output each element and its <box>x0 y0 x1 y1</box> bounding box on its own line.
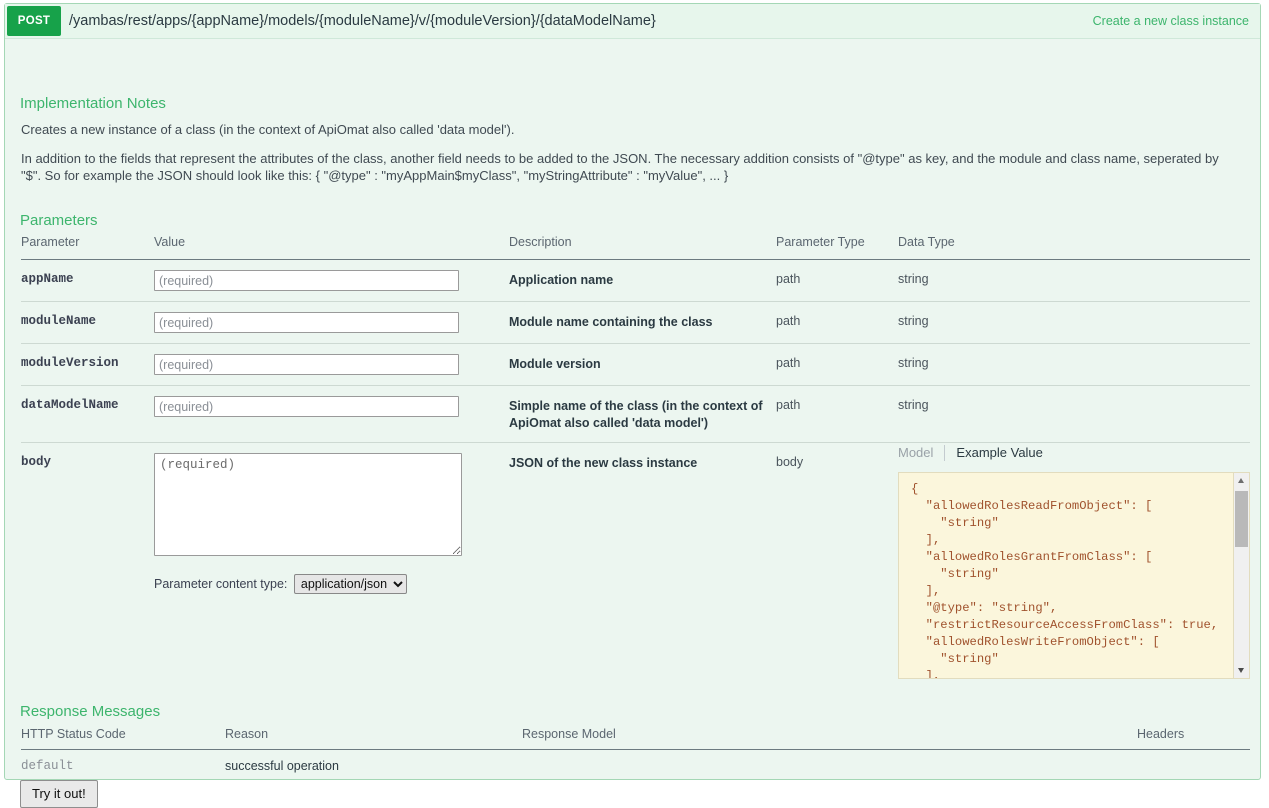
parameter-name-moduleversion: moduleVersion <box>21 343 154 386</box>
response-headers <box>1137 750 1250 780</box>
example-value-scrollbar[interactable] <box>1233 473 1249 678</box>
operation-header[interactable]: POST /yambas/rest/apps/{appName}/models/… <box>5 4 1260 39</box>
parameter-type-moduleversion: path <box>776 343 898 386</box>
implementation-notes-paragraph-2: In addition to the fields that represent… <box>21 151 1219 183</box>
tab-model[interactable]: Model <box>898 445 944 461</box>
implementation-notes-paragraph-1: Creates a new instance of a class (in th… <box>21 122 515 137</box>
column-header-description: Description <box>509 235 776 260</box>
table-row: moduleVersion Module version path string <box>21 343 1250 386</box>
api-operation-post: POST /yambas/rest/apps/{appName}/models/… <box>4 3 1261 808</box>
parameter-description-datamodelname: Simple name of the class (in the context… <box>509 385 776 443</box>
column-header-parameter: Parameter <box>21 235 154 260</box>
parameter-type-appname: path <box>776 259 898 302</box>
operation-summary[interactable]: Create a new class instance <box>1093 4 1249 38</box>
tab-example-value[interactable]: Example Value <box>944 445 1053 461</box>
column-header-reason: Reason <box>225 727 522 750</box>
parameters-table-header-row: Parameter Value Description Parameter Ty… <box>21 235 1250 260</box>
parameter-name-appname: appName <box>21 259 154 302</box>
response-messages-table: HTTP Status Code Reason Response Model H… <box>21 727 1250 779</box>
moduleversion-input[interactable] <box>154 354 459 375</box>
parameter-name-modulename: moduleName <box>21 301 154 344</box>
response-table-header-row: HTTP Status Code Reason Response Model H… <box>21 727 1250 750</box>
response-reason: successful operation <box>225 759 339 773</box>
parameter-datatype-modulename: string <box>898 301 1250 344</box>
column-header-http-status-code: HTTP Status Code <box>21 727 225 750</box>
try-it-out-button[interactable]: Try it out! <box>20 780 98 808</box>
content-type-label: Parameter content type: <box>154 577 288 591</box>
parameter-description-moduleversion: Module version <box>509 343 776 386</box>
parameter-type-modulename: path <box>776 301 898 344</box>
parameter-type-datamodelname: path <box>776 385 898 443</box>
parameter-description-body: JSON of the new class instance <box>509 456 698 470</box>
table-row: appName Application name path string <box>21 259 1250 302</box>
content-type-select[interactable]: application/json <box>293 574 407 594</box>
appname-input[interactable] <box>154 270 459 291</box>
column-header-headers: Headers <box>1137 727 1250 750</box>
parameter-datatype-datamodelname: string <box>898 385 1250 443</box>
parameter-type-body: body <box>776 455 804 469</box>
parameter-description-appname: Application name <box>509 259 776 302</box>
body-textarea[interactable] <box>154 453 462 556</box>
implementation-notes-title: Implementation Notes <box>20 95 166 112</box>
parameter-description-modulename: Module name containing the class <box>509 301 776 344</box>
parameter-datatype-moduleversion: string <box>898 343 1250 386</box>
parameter-name-body: body <box>21 455 52 469</box>
parameter-value-cell-modulename <box>154 301 509 344</box>
example-value-json: { "allowedRolesReadFromObject": [ "strin… <box>911 482 1219 679</box>
column-header-data-type: Data Type <box>898 235 1250 260</box>
scroll-up-arrow-icon[interactable] <box>1234 473 1249 488</box>
response-messages-title: Response Messages <box>20 703 161 720</box>
response-status-code: default <box>21 759 74 773</box>
table-row: default successful operation <box>21 750 1250 780</box>
column-header-value: Value <box>154 235 509 260</box>
parameter-name-datamodelname: dataModelName <box>21 385 154 443</box>
scrollbar-thumb[interactable] <box>1235 491 1248 547</box>
content-type-row: Parameter content type: application/json <box>154 574 509 594</box>
parameter-value-cell-datamodelname <box>154 385 509 443</box>
example-value-box: { "allowedRolesReadFromObject": [ "strin… <box>898 472 1250 679</box>
table-row: moduleName Module name containing the cl… <box>21 301 1250 344</box>
signature-panel: Model Example Value { "allowedRolesReadF… <box>898 445 1250 679</box>
parameter-datatype-appname: string <box>898 259 1250 302</box>
datamodelname-input[interactable] <box>154 396 459 417</box>
operation-path[interactable]: /yambas/rest/apps/{appName}/models/{modu… <box>69 4 656 38</box>
http-method-badge: POST <box>7 6 61 36</box>
modulename-input[interactable] <box>154 312 459 333</box>
signature-tabs: Model Example Value <box>898 445 1250 463</box>
parameter-value-cell-body: Parameter content type: application/json <box>154 443 509 605</box>
scroll-down-arrow-icon[interactable] <box>1234 663 1249 678</box>
column-header-parameter-type: Parameter Type <box>776 235 898 260</box>
parameter-value-cell-moduleversion <box>154 343 509 386</box>
parameters-title: Parameters <box>20 212 98 229</box>
response-model <box>522 750 1137 780</box>
table-row: dataModelName Simple name of the class (… <box>21 385 1250 443</box>
column-header-response-model: Response Model <box>522 727 1137 750</box>
parameter-value-cell-appname <box>154 259 509 302</box>
